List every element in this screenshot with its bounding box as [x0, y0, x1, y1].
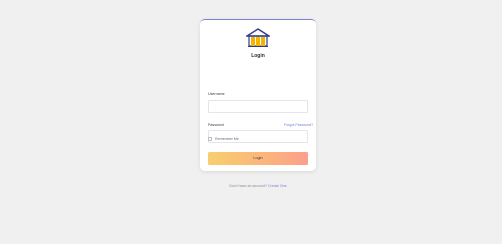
remember-me-label[interactable]: Remember Me [215, 137, 239, 141]
login-card: Login Username Password Forgot Password?… [200, 19, 316, 171]
login-button[interactable]: Login [208, 152, 308, 165]
forgot-password-link[interactable]: Forgot Password? [284, 123, 313, 127]
login-title: Login [251, 53, 265, 59]
signup-prompt: Don't have an account? Create One [200, 184, 316, 188]
building-logo-icon [246, 28, 270, 47]
signup-prompt-text: Don't have an account? [229, 184, 268, 188]
create-account-link[interactable]: Create One [268, 184, 287, 188]
remember-me-checkbox[interactable] [208, 137, 212, 141]
username-label: Username [208, 92, 225, 96]
username-input[interactable] [208, 100, 308, 113]
password-label: Password [208, 123, 224, 127]
